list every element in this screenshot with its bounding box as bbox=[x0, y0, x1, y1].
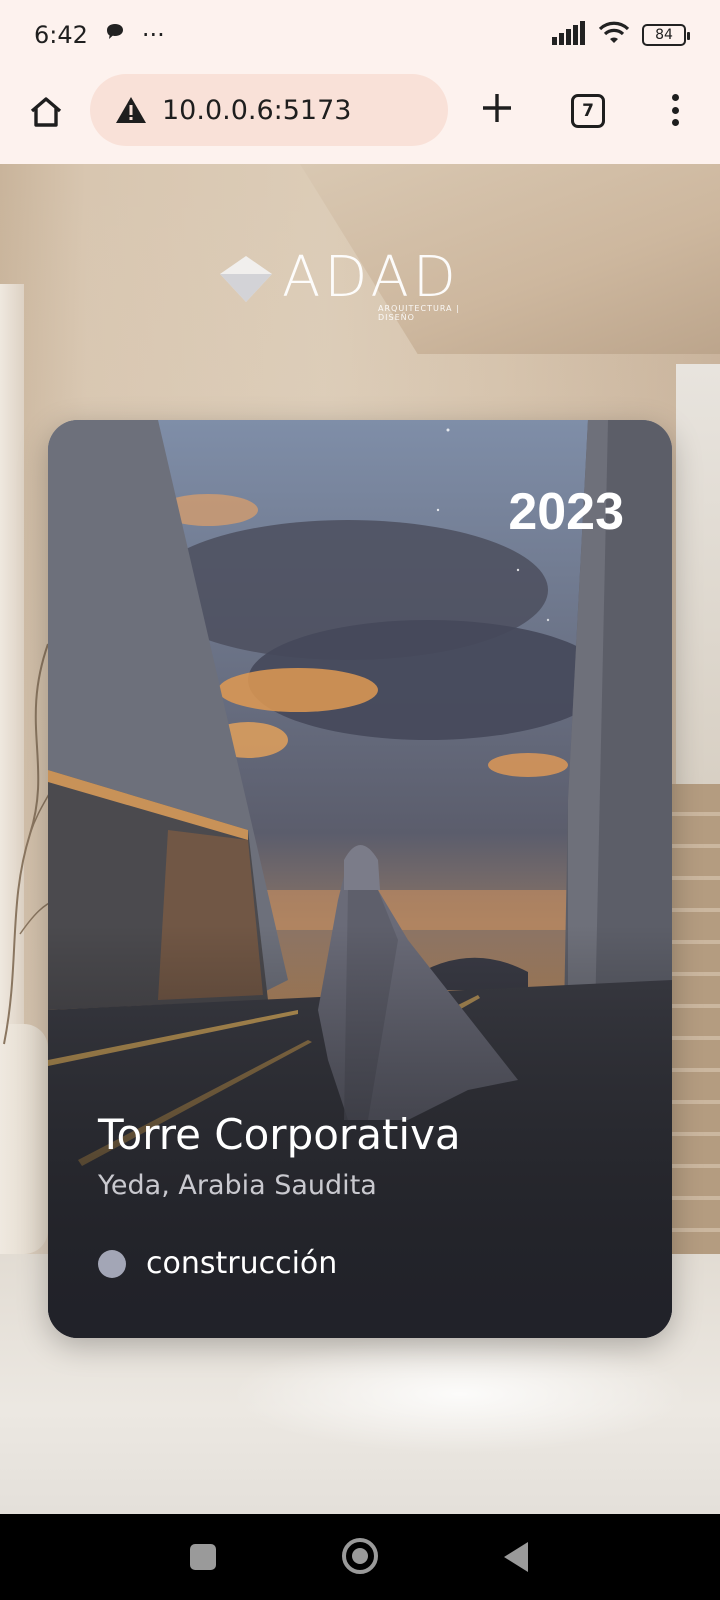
plus-icon bbox=[483, 94, 511, 122]
url-text[interactable]: 10.0.0.6:5173 bbox=[162, 95, 351, 126]
status-time: 6:42 bbox=[34, 21, 88, 49]
home-icon bbox=[30, 97, 62, 127]
browser-toolbar: 10.0.0.6:5173 7 bbox=[0, 70, 720, 164]
wifi-icon bbox=[598, 21, 630, 49]
background-vase bbox=[0, 1024, 48, 1254]
back-triangle-icon[interactable] bbox=[504, 1542, 528, 1572]
more-vert-icon[interactable] bbox=[662, 90, 688, 130]
status-right: 84 bbox=[552, 21, 690, 49]
tabs-button[interactable]: 7 bbox=[571, 94, 605, 128]
battery-level: 84 bbox=[655, 27, 673, 43]
project-status: construcción bbox=[98, 1246, 337, 1281]
recents-square-icon[interactable] bbox=[190, 1544, 216, 1570]
signal-icon bbox=[552, 21, 586, 49]
logo-tagline: ARQUITECTURA | DISEÑO bbox=[378, 304, 460, 322]
status-dot-icon bbox=[98, 1249, 126, 1278]
status-overflow: ··· bbox=[141, 21, 165, 49]
brand-logo[interactable]: ADAD ARQUITECTURA | DISEÑO bbox=[218, 245, 478, 322]
status-bar: 6:42 ··· 84 bbox=[0, 0, 720, 70]
background-window bbox=[676, 364, 720, 784]
home-button[interactable] bbox=[26, 92, 66, 132]
new-tab-button[interactable] bbox=[477, 88, 517, 128]
background-light bbox=[230, 1334, 690, 1454]
home-circle-icon[interactable] bbox=[342, 1538, 378, 1574]
battery-icon: 84 bbox=[642, 24, 690, 46]
project-location: Yeda, Arabia Saudita bbox=[98, 1170, 377, 1201]
warning-icon[interactable] bbox=[114, 95, 148, 125]
status-left: 6:42 ··· bbox=[34, 21, 165, 49]
project-card[interactable]: 2023 Torre Corporativa Yeda, Arabia Saud… bbox=[48, 420, 672, 1338]
diamond-logo-icon bbox=[220, 256, 272, 302]
status-label: construcción bbox=[146, 1246, 338, 1281]
project-title: Torre Corporativa bbox=[98, 1110, 461, 1159]
project-year: 2023 bbox=[508, 483, 624, 541]
url-bar[interactable]: 10.0.0.6:5173 bbox=[90, 74, 448, 146]
tab-count: 7 bbox=[582, 101, 594, 121]
chat-icon bbox=[104, 21, 126, 49]
page-content: ADAD ARQUITECTURA | DISEÑO 2023 Torre Co… bbox=[0, 164, 720, 1514]
system-nav-bar bbox=[0, 1514, 720, 1600]
logo-wordmark: ADAD bbox=[282, 245, 460, 310]
